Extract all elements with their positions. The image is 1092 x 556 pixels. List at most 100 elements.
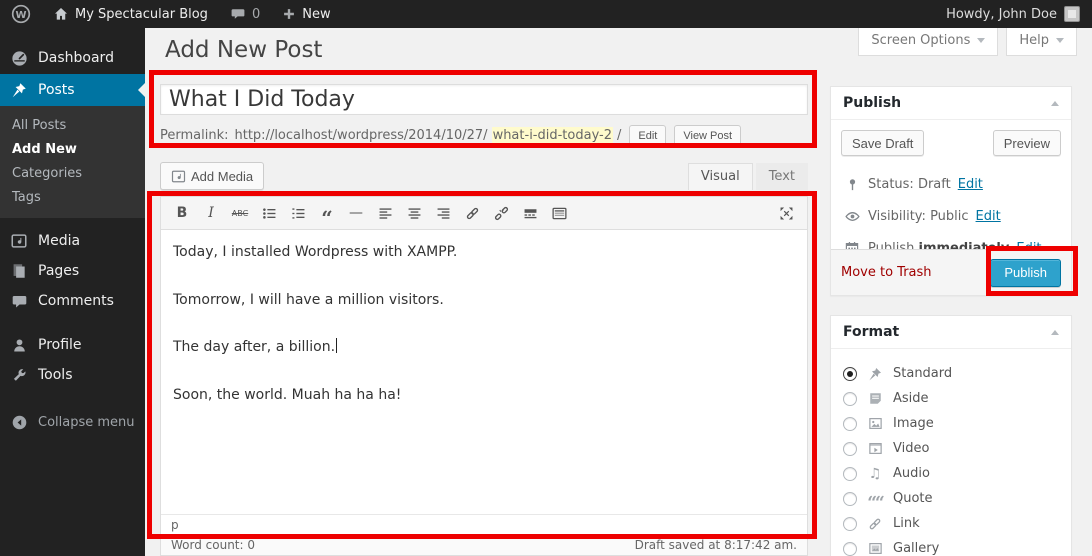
blockquote-button[interactable]: “: [314, 201, 340, 225]
sidebar-item-categories[interactable]: Categories: [0, 161, 145, 185]
editor-paragraph: The day after, a billion.: [173, 338, 795, 358]
view-post-button[interactable]: View Post: [674, 125, 741, 146]
edit-visibility-link[interactable]: Edit: [976, 209, 1001, 224]
text-tab[interactable]: Text: [756, 163, 808, 190]
collapse-menu-button[interactable]: Collapse menu: [0, 406, 145, 438]
sidebar-item-media[interactable]: Media: [0, 226, 145, 256]
format-option-image[interactable]: Image: [843, 411, 1059, 436]
my-account-menu[interactable]: Howdy, John Doe: [946, 6, 1092, 22]
edit-permalink-button[interactable]: Edit: [629, 125, 666, 146]
unlink-button[interactable]: [488, 201, 514, 225]
permalink-label: Permalink:: [160, 128, 229, 143]
sidebar-label: Profile: [38, 337, 82, 353]
publish-panel-header[interactable]: Publish: [831, 87, 1071, 120]
format-option-video[interactable]: Video: [843, 436, 1059, 461]
radio-standard[interactable]: [843, 367, 857, 381]
sidebar-item-comments[interactable]: Comments: [0, 286, 145, 316]
save-draft-button[interactable]: Save Draft: [841, 130, 924, 156]
format-option-aside[interactable]: Aside: [843, 386, 1059, 411]
editor-content[interactable]: Today, I installed Wordpress with XAMPP.…: [161, 230, 807, 514]
page-title: Add New Post: [165, 37, 322, 63]
add-media-button[interactable]: Add Media: [160, 162, 264, 190]
bullet-list-button[interactable]: [256, 201, 282, 225]
horizontal-rule-button[interactable]: —: [343, 201, 369, 225]
toolbar-toggle-button[interactable]: [546, 201, 572, 225]
element-path[interactable]: p: [171, 518, 179, 532]
post-title-input[interactable]: [160, 84, 808, 115]
sidebar-item-add-new[interactable]: Add New: [0, 137, 145, 161]
profile-icon: [9, 335, 29, 355]
italic-button[interactable]: I: [198, 201, 224, 225]
edit-status-link[interactable]: Edit: [958, 177, 983, 192]
publish-button[interactable]: Publish: [990, 259, 1061, 287]
sidebar-item-tags[interactable]: Tags: [0, 185, 145, 209]
toggle-panel-icon[interactable]: [1051, 330, 1059, 335]
status-value: Draft: [918, 177, 951, 192]
new-content-menu[interactable]: New: [271, 0, 341, 28]
sidebar-item-posts[interactable]: Posts: [0, 74, 145, 106]
svg-text:W: W: [15, 10, 26, 21]
link-button[interactable]: [459, 201, 485, 225]
strikethrough-button[interactable]: ABC: [227, 201, 253, 225]
status-row: Status: Draft Edit: [841, 168, 1061, 200]
radio-aside[interactable]: [843, 392, 857, 406]
sidebar-item-tools[interactable]: Tools: [0, 360, 145, 390]
visual-tab[interactable]: Visual: [688, 163, 753, 190]
post-status-icon: [843, 175, 861, 193]
visibility-row: Visibility: Public Edit: [841, 200, 1061, 232]
radio-gallery[interactable]: [843, 542, 857, 556]
format-panel-header[interactable]: Format: [831, 316, 1071, 349]
bold-button[interactable]: B: [169, 201, 195, 225]
chevron-down-icon: [977, 38, 985, 43]
site-name-link[interactable]: My Spectacular Blog: [42, 0, 219, 28]
format-option-standard[interactable]: Standard: [843, 361, 1059, 386]
radio-video[interactable]: [843, 442, 857, 456]
comments-icon: [9, 291, 29, 311]
align-center-button[interactable]: [401, 201, 427, 225]
visibility-eye-icon: [843, 207, 861, 225]
sidebar-item-dashboard[interactable]: Dashboard: [0, 42, 145, 74]
avatar: [1064, 6, 1080, 22]
sidebar-item-all-posts[interactable]: All Posts: [0, 113, 145, 137]
format-option-quote[interactable]: ““ Quote: [843, 486, 1059, 511]
comments-admin-bar[interactable]: 0: [219, 0, 271, 28]
sidebar-item-profile[interactable]: Profile: [0, 330, 145, 360]
editor-statusbar: p: [161, 514, 807, 534]
format-option-gallery[interactable]: Gallery: [843, 536, 1059, 556]
publish-panel: Publish Save Draft Preview Status: Draft…: [830, 86, 1072, 296]
radio-quote[interactable]: [843, 492, 857, 506]
format-audio-icon: ♫: [866, 465, 884, 483]
screen-options-tab[interactable]: Screen Options: [858, 28, 998, 56]
format-image-icon: [866, 415, 884, 433]
format-option-link[interactable]: Link: [843, 511, 1059, 536]
home-icon: [53, 6, 69, 22]
preview-button[interactable]: Preview: [993, 130, 1061, 156]
help-tab[interactable]: Help: [1006, 28, 1077, 56]
fullscreen-button[interactable]: [773, 201, 799, 225]
radio-image[interactable]: [843, 417, 857, 431]
sidebar-label: Media: [38, 233, 80, 249]
posts-submenu: All Posts Add New Categories Tags: [0, 106, 145, 218]
wordpress-logo-menu[interactable]: W: [0, 0, 42, 28]
radio-link[interactable]: [843, 517, 857, 531]
numbered-list-button[interactable]: [285, 201, 311, 225]
move-to-trash-link[interactable]: Move to Trash: [841, 265, 932, 280]
plus-icon: [282, 7, 296, 21]
comments-count: 0: [252, 7, 260, 22]
pages-icon: [9, 261, 29, 281]
toggle-panel-icon[interactable]: [1051, 101, 1059, 106]
dashboard-icon: [9, 48, 29, 68]
align-left-button[interactable]: [372, 201, 398, 225]
more-tag-button[interactable]: [517, 201, 543, 225]
align-right-button[interactable]: [430, 201, 456, 225]
format-video-icon: [866, 440, 884, 458]
format-option-audio[interactable]: ♫ Audio: [843, 461, 1059, 486]
editor-paragraph: Soon, the world. Muah ha ha ha!: [173, 386, 795, 406]
sidebar-label: Dashboard: [38, 50, 114, 66]
sidebar-label: Collapse menu: [38, 415, 135, 430]
sidebar-item-pages[interactable]: Pages: [0, 256, 145, 286]
comment-bubble-icon: [230, 6, 246, 22]
radio-audio[interactable]: [843, 467, 857, 481]
permalink-slug[interactable]: what-i-did-today-2: [492, 127, 613, 144]
sidebar-label: Tools: [38, 367, 73, 383]
